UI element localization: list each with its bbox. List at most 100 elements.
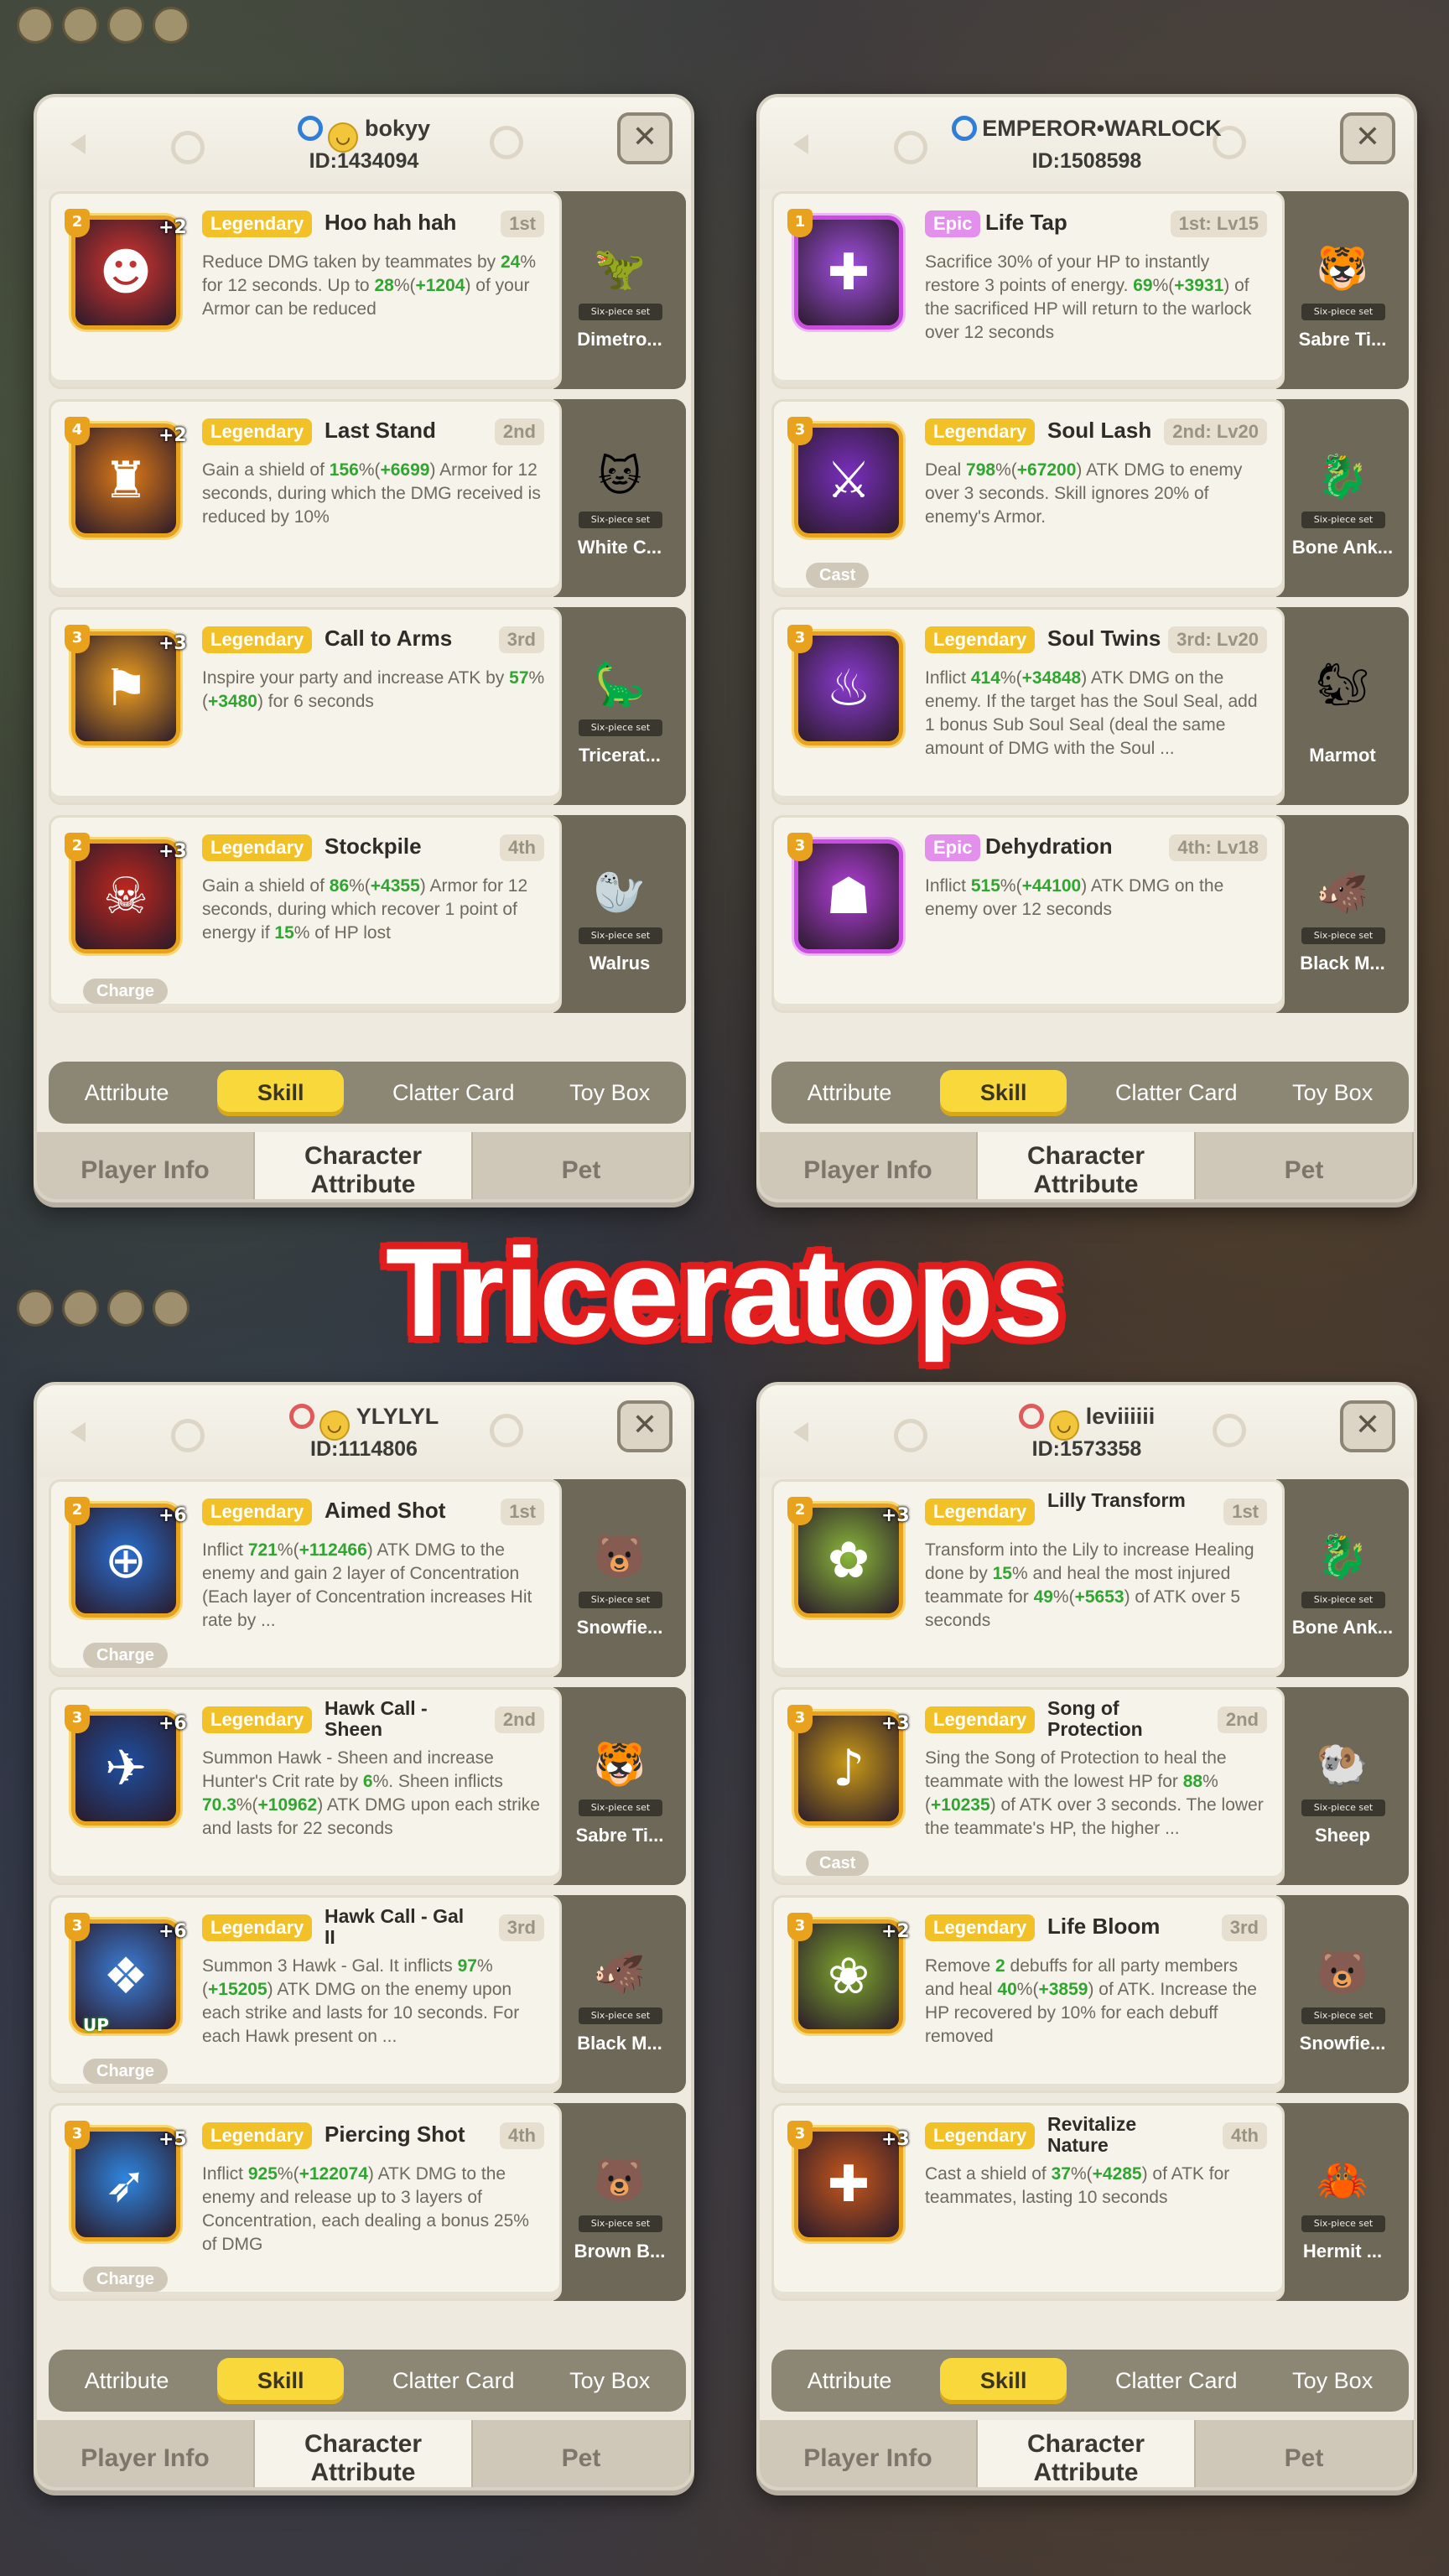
- nav-pet[interactable]: Pet: [1196, 1132, 1414, 1199]
- tab-skill[interactable]: Skill: [939, 1069, 1067, 1116]
- close-button[interactable]: ✕: [1340, 1400, 1395, 1452]
- pet-slot[interactable]: 🐗 Six-piece set Black M...: [553, 1895, 686, 2093]
- skill-row[interactable]: 🐯 Six-piece set Sabre Ti... ✈ 3 +6 Legendary Ha…: [49, 1687, 686, 1885]
- avatar[interactable]: [17, 7, 54, 44]
- description-text: Inflict: [202, 2164, 248, 2184]
- tab-skill[interactable]: Skill: [216, 2357, 345, 2404]
- skill-row[interactable]: 🐻 Six-piece set Snowfie... ❀ 3 +2 Legendary Lif…: [771, 1895, 1409, 2093]
- nav-player-info[interactable]: Player Info: [760, 2420, 978, 2487]
- skill-row[interactable]: 🐿 Marmot ♨ 3 Legendary Soul Twins 3rd: Lv20 Inf…: [771, 607, 1409, 805]
- stat-value: 69: [1133, 276, 1153, 295]
- nav-character-attribute[interactable]: Character Attribute: [978, 2420, 1196, 2487]
- pet-slot[interactable]: 🦭 Six-piece set Walrus: [553, 815, 686, 1013]
- skill-type-tag: Charge: [83, 2267, 168, 2292]
- skill-row[interactable]: 🦕 Six-piece set Tricerat... ⚑ 3 +3 Legendary Ca…: [49, 607, 686, 805]
- pet-slot[interactable]: 🦖 Six-piece set Dimetro...: [553, 191, 686, 389]
- nav-pet[interactable]: Pet: [473, 1132, 691, 1199]
- skill-row[interactable]: 🦭 Six-piece set Walrus ☠ 2 +3 Legendary Stockpi…: [49, 815, 686, 1013]
- nav-pet[interactable]: Pet: [1196, 2420, 1414, 2487]
- skill-card[interactable]: ❀ 3 +2 Legendary Life Bloom 3rd Remove 2 debuf…: [771, 1895, 1285, 2093]
- tab-toy-box[interactable]: Toy Box: [1285, 1070, 1379, 1116]
- skill-row[interactable]: 🦖 Six-piece set Dimetro... ☻ 2 +2 Legendary Hoo…: [49, 191, 686, 389]
- pet-slot[interactable]: 🐻 Six-piece set Brown B...: [553, 2103, 686, 2301]
- pet-slot[interactable]: 🐻 Six-piece set Snowfie...: [553, 1479, 686, 1677]
- stat-value: +67200: [1016, 460, 1077, 480]
- skill-level-badge: 3: [65, 1913, 90, 1941]
- skill-card[interactable]: ✈ 3 +6 Legendary Hawk Call - Sheen 2nd Summon …: [49, 1687, 562, 1885]
- bottom-nav: Player Info Character Attribute Pet: [37, 2420, 691, 2487]
- tab-clatter-card[interactable]: Clatter Card: [386, 2358, 522, 2404]
- skill-card[interactable]: ⚔ 3 Legendary Soul Lash 2nd: Lv20 Deal 798%(+…: [771, 399, 1285, 597]
- skill-card[interactable]: ➶ 3 +5 Legendary Piercing Shot 4th Inflict 925…: [49, 2103, 562, 2301]
- skill-row[interactable]: 🐉 Six-piece set Bone Ank... ✿ 2 +3 Legendary Li…: [771, 1479, 1409, 1677]
- pet-slot[interactable]: 🦀 Six-piece set Hermit ...: [1276, 2103, 1409, 2301]
- pet-slot[interactable]: 🐗 Six-piece set Black M...: [1276, 815, 1409, 1013]
- tab-skill[interactable]: Skill: [939, 2357, 1067, 2404]
- nav-character-attribute[interactable]: Character Attribute: [255, 2420, 473, 2487]
- skill-card[interactable]: ☻ 2 +2 Legendary Hoo hah hah 1st Reduce DMG ta…: [49, 191, 562, 389]
- skill-card[interactable]: ☗ 3 Epic Dehydration 4th: Lv18 Inflict 515%(+…: [771, 815, 1285, 1013]
- nav-pet[interactable]: Pet: [473, 2420, 691, 2487]
- tab-clatter-card[interactable]: Clatter Card: [386, 1070, 522, 1116]
- skill-card[interactable]: ❖ 3 +6 UP Legendary Hawk Call - Gal II 3rd Summ…: [49, 1895, 562, 2093]
- skill-card[interactable]: ✚ 3 +3 Legendary Revitalize Nature 4th Cast a …: [771, 2103, 1285, 2301]
- pet-slot[interactable]: 🐯 Six-piece set Sabre Ti...: [553, 1687, 686, 1885]
- skill-row[interactable]: 🐱 Six-piece set White C... ♜ 4 +2 Legendary Las…: [49, 399, 686, 597]
- close-button[interactable]: ✕: [1340, 112, 1395, 164]
- hud-icon[interactable]: [153, 7, 190, 44]
- skill-card[interactable]: ♜ 4 +2 Legendary Last Stand 2nd Gain a shield …: [49, 399, 562, 597]
- skill-card[interactable]: ⚑ 3 +3 Legendary Call to Arms 3rd Inspire your…: [49, 607, 562, 805]
- pet-slot[interactable]: 🐏 Six-piece set Sheep: [1276, 1687, 1409, 1885]
- skill-row[interactable]: 🐻 Six-piece set Brown B... ➶ 3 +5 Legendary Pie…: [49, 2103, 686, 2301]
- skill-card[interactable]: ♨ 3 Legendary Soul Twins 3rd: Lv20 Inflict 41…: [771, 607, 1285, 805]
- stat-value: +4285: [1092, 2164, 1142, 2184]
- tab-attribute[interactable]: Attribute: [801, 1070, 899, 1116]
- male-icon: [297, 116, 323, 141]
- tab-toy-box[interactable]: Toy Box: [563, 1070, 657, 1116]
- nav-character-attribute[interactable]: Character Attribute: [255, 1132, 473, 1199]
- tab-clatter-card[interactable]: Clatter Card: [1109, 1070, 1244, 1116]
- pet-slot[interactable]: 🦕 Six-piece set Tricerat...: [553, 607, 686, 805]
- skill-row[interactable]: 🐏 Six-piece set Sheep ♪ 3 +3 Legendary Song of …: [771, 1687, 1409, 1885]
- skill-row[interactable]: 🦀 Six-piece set Hermit ... ✚ 3 +3 Legendary Rev…: [771, 2103, 1409, 2301]
- skill-plus-label: +5: [158, 2129, 187, 2150]
- nav-character-attribute[interactable]: Character Attribute: [978, 1132, 1196, 1199]
- nav-player-info[interactable]: Player Info: [37, 1132, 255, 1199]
- skill-row[interactable]: 🐉 Six-piece set Bone Ank... ⚔ 3 Legendary Soul…: [771, 399, 1409, 597]
- skill-card[interactable]: ✿ 2 +3 Legendary Lilly Transform 1st Transform…: [771, 1479, 1285, 1677]
- pet-slot[interactable]: 🐯 Six-piece set Sabre Ti...: [1276, 191, 1409, 389]
- skill-card[interactable]: ♪ 3 +3 Legendary Song of Protection 2nd Sing t…: [771, 1687, 1285, 1885]
- tab-skill[interactable]: Skill: [216, 1069, 345, 1116]
- close-button[interactable]: ✕: [617, 112, 673, 164]
- pet-slot[interactable]: 🐱 Six-piece set White C...: [553, 399, 686, 597]
- skill-row[interactable]: 🐗 Six-piece set Black M... ❖ 3 +6 UP Legendary H…: [49, 1895, 686, 2093]
- skill-card[interactable]: ⊕ 2 +6 Legendary Aimed Shot 1st Inflict 721%(+…: [49, 1479, 562, 1677]
- tab-toy-box[interactable]: Toy Box: [563, 2358, 657, 2404]
- skill-icon[interactable]: ♨: [794, 631, 903, 745]
- skill-icon[interactable]: ✚: [794, 216, 903, 330]
- pet-slot[interactable]: 🐿 Marmot: [1276, 607, 1409, 805]
- skill-card[interactable]: ✚ 1 Epic Life Tap 1st: Lv15 Sacrifice 30% of …: [771, 191, 1285, 389]
- pet-slot[interactable]: 🐉 Six-piece set Bone Ank...: [1276, 399, 1409, 597]
- tab-toy-box[interactable]: Toy Box: [1285, 2358, 1379, 2404]
- close-button[interactable]: ✕: [617, 1400, 673, 1452]
- tab-attribute[interactable]: Attribute: [801, 2358, 899, 2404]
- pet-slot[interactable]: 🐉 Six-piece set Bone Ank...: [1276, 1479, 1409, 1677]
- tab-attribute[interactable]: Attribute: [78, 2358, 176, 2404]
- skill-row[interactable]: 🐯 Six-piece set Sabre Ti... ✚ 1 Epic Life Tap 1…: [771, 191, 1409, 389]
- skill-row[interactable]: 🐗 Six-piece set Black M... ☗ 3 Epic Dehydratio…: [771, 815, 1409, 1013]
- skill-card[interactable]: ☠ 2 +3 Legendary Stockpile 4th Gain a shield o…: [49, 815, 562, 1013]
- pet-slot[interactable]: 🐻 Six-piece set Snowfie...: [1276, 1895, 1409, 2093]
- hud-icon[interactable]: [62, 7, 99, 44]
- skill-icon[interactable]: ☗: [794, 839, 903, 953]
- skill-row[interactable]: 🐻 Six-piece set Snowfie... ⊕ 2 +6 Legendary Aim…: [49, 1479, 686, 1677]
- hud-icon[interactable]: [107, 7, 144, 44]
- player-name-row: ◡ YLYLYL: [37, 1404, 691, 1441]
- nav-player-info[interactable]: Player Info: [760, 1132, 978, 1199]
- pet-portrait: 🐻: [1316, 1948, 1369, 1997]
- tab-clatter-card[interactable]: Clatter Card: [1109, 2358, 1244, 2404]
- skill-icon[interactable]: ⚔: [794, 423, 903, 538]
- tab-attribute[interactable]: Attribute: [78, 1070, 176, 1116]
- stat-value: +3480: [208, 692, 257, 711]
- nav-player-info[interactable]: Player Info: [37, 2420, 255, 2487]
